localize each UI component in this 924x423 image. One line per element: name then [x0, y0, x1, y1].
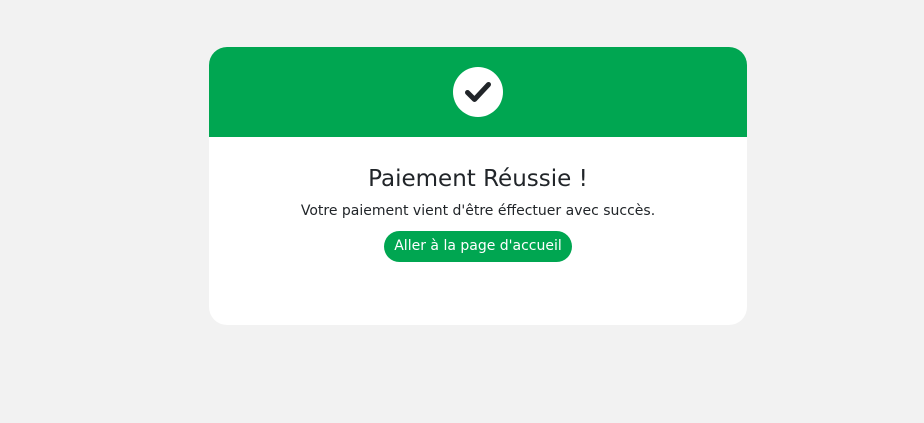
- payment-success-card: Paiement Réussie ! Votre paiement vient …: [209, 47, 747, 325]
- success-badge: [453, 67, 503, 117]
- card-body: Paiement Réussie ! Votre paiement vient …: [209, 137, 747, 262]
- page-title: Paiement Réussie !: [368, 166, 588, 192]
- check-icon: [465, 82, 491, 102]
- go-home-button[interactable]: Aller à la page d'accueil: [384, 231, 572, 262]
- success-header: [209, 47, 747, 137]
- success-message: Votre paiement vient d'être éffectuer av…: [300, 203, 656, 219]
